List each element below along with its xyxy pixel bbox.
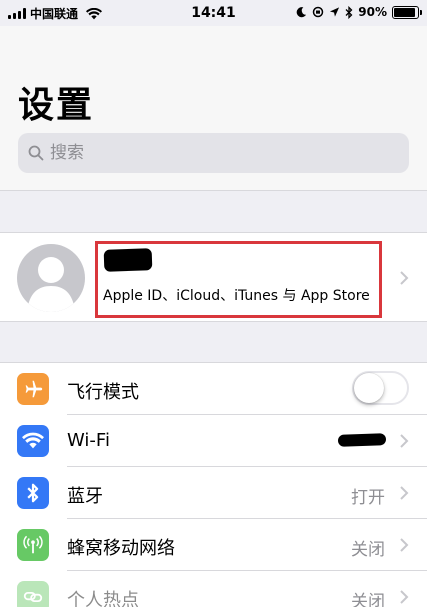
- wifi-icon: [17, 425, 49, 457]
- setting-value: 关闭: [351, 540, 385, 560]
- search-input[interactable]: [50, 143, 390, 163]
- bluetooth-icon: [17, 477, 49, 509]
- airplane-mode-toggle[interactable]: [352, 371, 409, 405]
- person-silhouette-icon: [27, 257, 75, 312]
- setting-row-personal-hotspot[interactable]: 个人热点 关闭: [0, 571, 427, 607]
- setting-row-airplane-mode[interactable]: 飞行模式: [0, 363, 427, 415]
- setting-row-wifi[interactable]: Wi-Fi: [0, 415, 427, 467]
- setting-label: 飞行模式: [67, 382, 139, 403]
- location-icon: [330, 7, 340, 17]
- chevron-right-icon: [400, 538, 409, 552]
- settings-list: 飞行模式 Wi-Fi 蓝牙 打开 蜂窝移动网络 关闭 个人热点 关闭: [0, 362, 427, 607]
- battery-icon: [392, 5, 422, 19]
- setting-label: 蜂窝移动网络: [67, 538, 175, 559]
- settings-header: 设置: [0, 26, 427, 191]
- battery-percent: 90%: [358, 5, 387, 19]
- cellular-icon: [17, 529, 49, 561]
- rotation-lock-icon: [313, 6, 324, 18]
- chevron-right-icon: [400, 271, 409, 285]
- chevron-right-icon: [400, 434, 409, 448]
- search-icon: [28, 145, 44, 161]
- setting-label: 个人热点: [67, 590, 139, 607]
- setting-value: 关闭: [351, 592, 385, 607]
- chevron-right-icon: [400, 486, 409, 500]
- apple-id-row[interactable]: Apple ID、iCloud、iTunes 与 App Store: [0, 232, 427, 322]
- setting-value: 打开: [351, 488, 385, 508]
- avatar: [17, 244, 85, 312]
- airplane-icon: [17, 373, 49, 405]
- bluetooth-status-icon: [345, 5, 353, 19]
- setting-row-cellular[interactable]: 蜂窝移动网络 关闭: [0, 519, 427, 571]
- highlight-box: [95, 241, 382, 318]
- hotspot-icon: [17, 581, 49, 607]
- setting-row-bluetooth[interactable]: 蓝牙 打开: [0, 467, 427, 519]
- moon-icon: [296, 7, 307, 18]
- redacted-network-name: [337, 433, 387, 447]
- status-bar: 中国联通 14:41 90%: [0, 0, 427, 26]
- setting-label: Wi-Fi: [67, 430, 110, 451]
- setting-label: 蓝牙: [67, 486, 103, 507]
- page-title: 设置: [18, 85, 95, 126]
- chevron-right-icon: [400, 590, 409, 604]
- search-bar[interactable]: [18, 133, 409, 173]
